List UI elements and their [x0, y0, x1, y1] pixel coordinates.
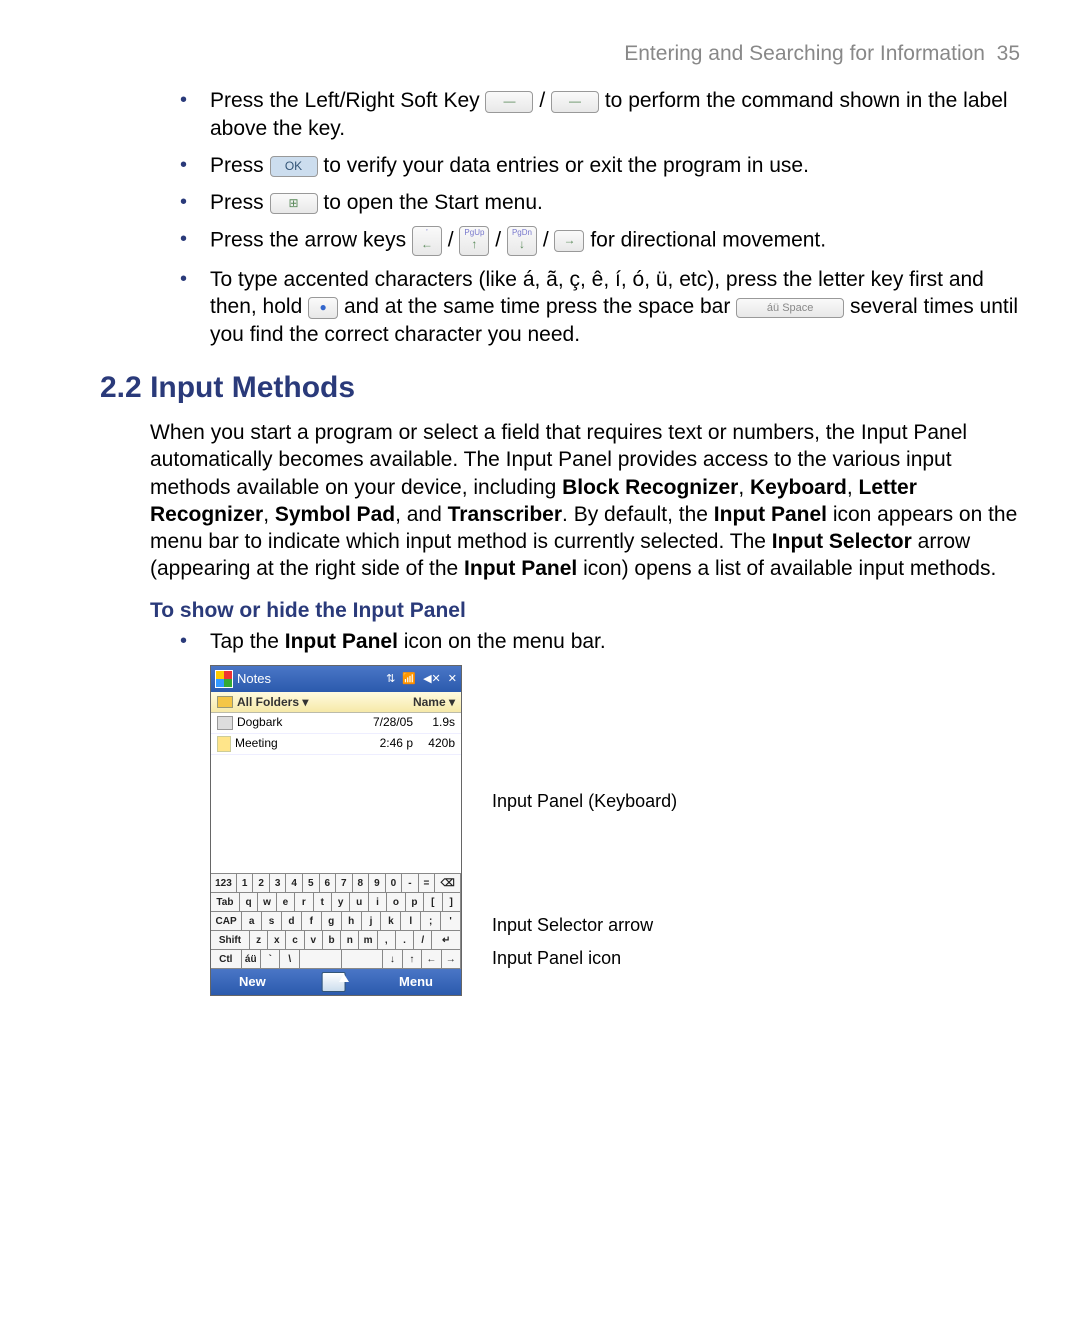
space-key-icon: áü Space: [736, 298, 844, 318]
list-item: Meeting 2:46 p 420b: [211, 734, 461, 755]
bullet-ok: Press OK to verify your data entries or …: [210, 152, 1020, 179]
device-bottombar: New Menu: [211, 969, 461, 995]
start-key-icon: ⊞: [270, 193, 318, 215]
section-title: Input Methods: [150, 371, 355, 404]
sync-icon: ⇅: [386, 672, 395, 686]
page-header: Entering and Searching for Information 3…: [100, 40, 1020, 67]
menu-softkey: Menu: [399, 974, 433, 991]
list-item: Dogbark 7/28/05 1.9s: [211, 713, 461, 734]
name-column-header: Name ▾: [413, 695, 455, 711]
fn-dot-icon: ●: [308, 297, 338, 319]
device-screenshot: Notes ⇅ 📶 ◀✕ ✕ All Folders ▾ Name ▾ Dogb…: [210, 665, 462, 996]
input-panel-keyboard: 1231234567890-=⌫ Tabqwertyuiop[] CAPasdf…: [211, 873, 461, 969]
figure-callouts: Input Panel (Keyboard) Input Selector ar…: [492, 665, 677, 970]
device-subbar: All Folders ▾ Name ▾: [211, 692, 461, 713]
arrow-right-icon: →: [554, 230, 584, 252]
sub-bullet-tap: Tap the Input Panel icon on the menu bar…: [210, 628, 1020, 655]
close-icon: ✕: [448, 672, 457, 686]
arrow-up-icon: PgUp↑: [459, 226, 489, 256]
start-flag-icon: [215, 670, 233, 688]
new-softkey: New: [239, 974, 266, 991]
input-selector-arrow-icon: [339, 974, 349, 982]
device-list: Dogbark 7/28/05 1.9s Meeting 2:46 p 420b: [211, 713, 461, 873]
folder-icon: [217, 696, 233, 708]
bullet-softkey: Press the Left/Right Soft Key — / — to p…: [210, 87, 1020, 142]
chapter-title: Entering and Searching for Information: [624, 42, 985, 65]
section-paragraph: When you start a program or select a fie…: [150, 419, 1020, 583]
sub-heading: To show or hide the Input Panel: [150, 597, 1020, 624]
signal-icon: 📶: [402, 672, 416, 686]
note-icon: [217, 736, 231, 752]
figure-input-panel: Notes ⇅ 📶 ◀✕ ✕ All Folders ▾ Name ▾ Dogb…: [210, 665, 1020, 996]
softkey-left-icon: —: [485, 91, 533, 113]
bullet-start: Press ⊞ to open the Start menu.: [210, 189, 1020, 216]
ok-key-icon: OK: [270, 156, 318, 178]
section-number: 2.2: [100, 371, 142, 404]
page-number: 35: [997, 42, 1020, 65]
arrow-left-icon: ’←: [412, 226, 442, 256]
sound-icon: [217, 716, 233, 730]
bullet-accented: To type accented characters (like á, ã, …: [210, 266, 1020, 348]
folders-dropdown: All Folders ▾: [237, 695, 308, 709]
bullet-arrows: Press the arrow keys ’← / PgUp↑ / PgDn↓ …: [210, 226, 1020, 256]
sub-bullet-list: Tap the Input Panel icon on the menu bar…: [100, 628, 1020, 655]
callout-keyboard: Input Panel (Keyboard): [492, 790, 677, 813]
section-heading: 2.2 Input Methods: [100, 368, 1020, 407]
intro-bullet-list: Press the Left/Right Soft Key — / — to p…: [100, 87, 1020, 348]
callout-selector: Input Selector arrow: [492, 914, 677, 937]
device-titlebar: Notes ⇅ 📶 ◀✕ ✕: [211, 666, 461, 692]
device-app-title: Notes: [237, 671, 271, 688]
softkey-right-icon: —: [551, 91, 599, 113]
volume-icon: ◀✕: [423, 672, 441, 686]
callout-icon: Input Panel icon: [492, 947, 677, 970]
arrow-down-icon: PgDn↓: [507, 226, 537, 256]
